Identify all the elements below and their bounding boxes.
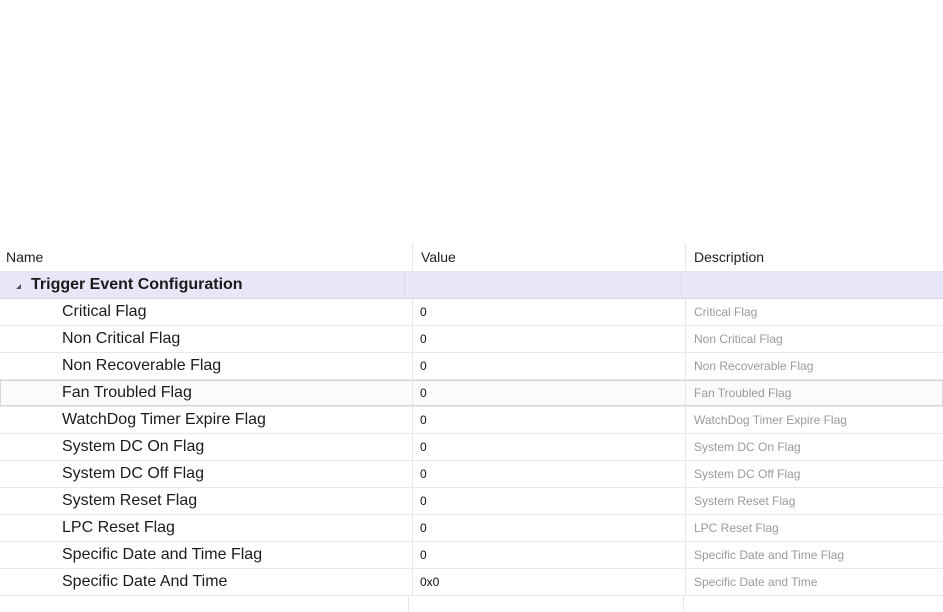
property-name: Specific Date and Time Flag [62, 546, 263, 563]
property-description: System Reset Flag [685, 488, 943, 514]
property-name: Fan Troubled Flag [62, 384, 192, 401]
property-value[interactable]: 0 [412, 515, 685, 541]
property-row-system-reset-flag[interactable]: System Reset Flag 0 System Reset Flag [0, 488, 943, 515]
category-row[interactable]: Trigger Event Configuration [0, 272, 943, 299]
property-value[interactable]: 0 [412, 299, 685, 325]
category-description-cell [681, 272, 943, 298]
empty-cell [407, 596, 683, 612]
property-name: System DC Off Flag [62, 465, 204, 482]
property-row-non-recoverable-flag[interactable]: Non Recoverable Flag 0 Non Recoverable F… [0, 353, 943, 380]
property-description: Fan Troubled Flag [685, 380, 943, 406]
property-grid: Name Value Description Trigger Event Con… [0, 243, 943, 612]
property-row-non-critical-flag[interactable]: Non Critical Flag 0 Non Critical Flag [0, 326, 943, 353]
category-cell[interactable]: Trigger Event Configuration [0, 272, 404, 298]
property-value[interactable]: 0 [412, 461, 685, 487]
property-description: Non Critical Flag [685, 326, 943, 352]
category-value-cell [404, 272, 681, 298]
property-name: LPC Reset Flag [62, 519, 175, 536]
property-description: WatchDog Timer Expire Flag [685, 407, 943, 433]
property-row-system-dc-on-flag[interactable]: System DC On Flag 0 System DC On Flag [0, 434, 943, 461]
empty-cell [682, 596, 943, 612]
property-description: LPC Reset Flag [685, 515, 943, 541]
property-name: WatchDog Timer Expire Flag [62, 411, 266, 428]
property-value[interactable]: 0 [412, 434, 685, 460]
property-description: System DC Off Flag [685, 461, 943, 487]
property-value[interactable]: 0 [412, 353, 685, 379]
column-header-row: Name Value Description [0, 243, 943, 272]
property-value[interactable]: 0 [412, 326, 685, 352]
category-title: Trigger Event Configuration [31, 276, 243, 293]
property-value[interactable]: 0x0 [412, 569, 685, 595]
property-row-specific-date-and-time-flag[interactable]: Specific Date and Time Flag 0 Specific D… [0, 542, 943, 569]
property-row-critical-flag[interactable]: Critical Flag 0 Critical Flag [0, 299, 943, 326]
property-description: Critical Flag [685, 299, 943, 325]
property-name: System DC On Flag [62, 438, 205, 455]
property-value[interactable]: 0 [412, 488, 685, 514]
property-row-watchdog-timer-expire-flag[interactable]: WatchDog Timer Expire Flag 0 WatchDog Ti… [0, 407, 943, 434]
property-row-fan-troubled-flag[interactable]: Fan Troubled Flag 0 Fan Troubled Flag [0, 380, 943, 407]
property-name: System Reset Flag [62, 492, 198, 509]
property-name: Critical Flag [62, 303, 147, 320]
property-description: Non Recoverable Flag [685, 353, 943, 379]
column-header-value[interactable]: Value [412, 243, 685, 271]
property-description: Specific Date and Time Flag [685, 542, 943, 568]
property-value[interactable]: 0 [412, 542, 685, 568]
column-header-description[interactable]: Description [685, 243, 943, 271]
property-description: System DC On Flag [685, 434, 943, 460]
property-name: Non Critical Flag [62, 330, 181, 347]
property-name: Non Recoverable Flag [62, 357, 222, 374]
property-description: Specific Date and Time [685, 569, 943, 595]
collapse-triangle-icon[interactable] [16, 283, 21, 289]
empty-cell [0, 596, 408, 612]
property-row-lpc-reset-flag[interactable]: LPC Reset Flag 0 LPC Reset Flag [0, 515, 943, 542]
property-value[interactable]: 0 [412, 380, 685, 406]
property-row-specific-date-and-time[interactable]: Specific Date And Time 0x0 Specific Date… [0, 569, 943, 596]
property-value[interactable]: 0 [412, 407, 685, 433]
empty-row [0, 596, 943, 612]
property-row-system-dc-off-flag[interactable]: System DC Off Flag 0 System DC Off Flag [0, 461, 943, 488]
property-name: Specific Date And Time [62, 573, 228, 590]
column-header-name[interactable]: Name [0, 243, 412, 271]
